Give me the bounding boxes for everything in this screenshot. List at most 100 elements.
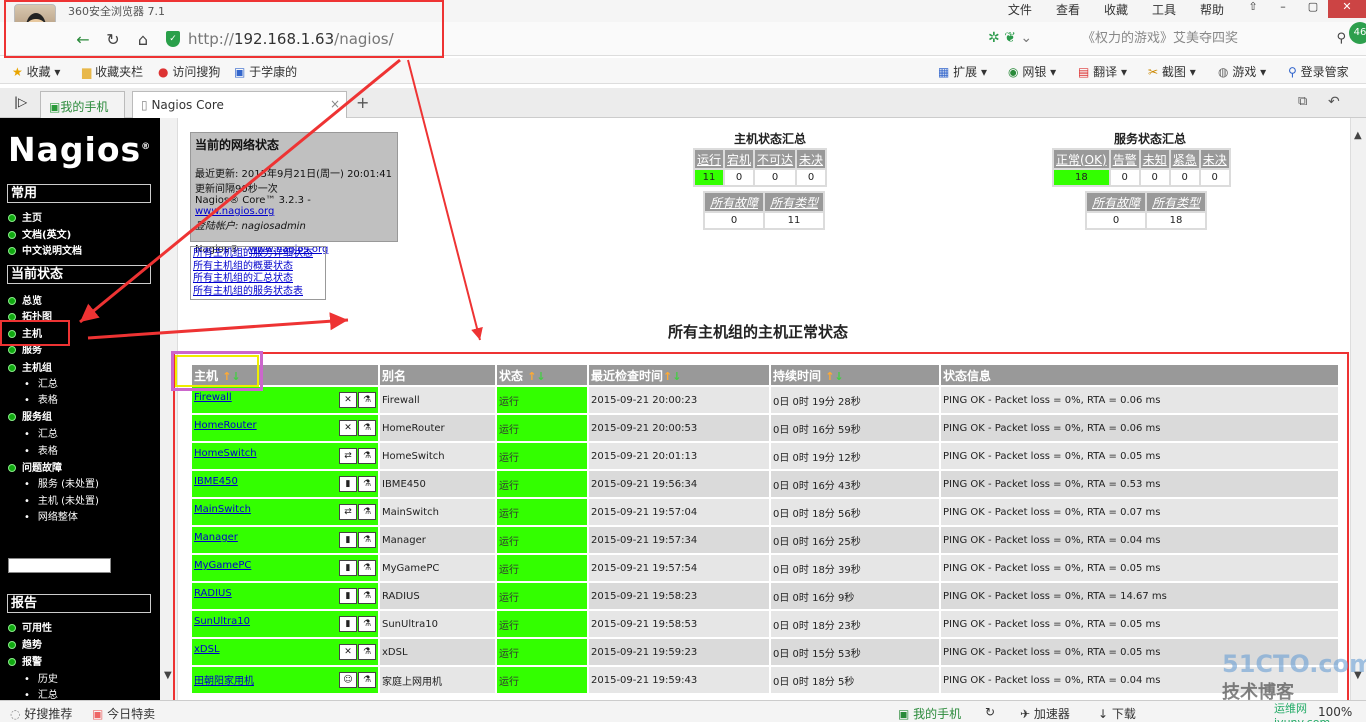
- service-all-problems-header[interactable]: 所有故障: [1087, 193, 1145, 211]
- host-pending-count[interactable]: 0: [797, 170, 826, 185]
- service-ok-header[interactable]: 正常(OK): [1054, 150, 1109, 168]
- host-all-types-header[interactable]: 所有类型: [765, 193, 823, 211]
- fav-star[interactable]: ★ 收藏 ▾: [12, 63, 60, 80]
- nav-problem-services[interactable]: 服务 (未处置): [24, 475, 99, 490]
- menu-view[interactable]: 查看: [1044, 1, 1092, 18]
- nav-alert-history[interactable]: 历史: [24, 670, 58, 685]
- nav-alerts[interactable]: 报警: [8, 653, 42, 668]
- update-interval: 更新间隔90秒一次: [195, 184, 278, 195]
- host-all-problems-header[interactable]: 所有故障: [705, 193, 763, 211]
- tab-restore-icon[interactable]: ⧉: [1298, 94, 1307, 109]
- status-recommend[interactable]: ◌ 好搜推荐: [10, 705, 72, 722]
- nav-home[interactable]: 主页: [8, 209, 42, 224]
- tab-nagios[interactable]: ▯ Nagios Core ×: [132, 91, 347, 118]
- link-service-detail[interactable]: 所有主机组的服务详细状态: [193, 248, 323, 261]
- link-summary[interactable]: 所有主机组的汇总状态: [193, 273, 323, 286]
- quick-search-input[interactable]: [8, 558, 111, 573]
- host-all-types-count[interactable]: 11: [765, 213, 823, 228]
- service-ok-count[interactable]: 18: [1054, 170, 1109, 185]
- status-accelerator[interactable]: ✈ 加速器: [1020, 705, 1070, 722]
- service-all-types-count[interactable]: 18: [1147, 213, 1205, 228]
- service-all-types-header[interactable]: 所有类型: [1147, 193, 1205, 211]
- ext-translate[interactable]: ▤ 翻译 ▾: [1078, 63, 1127, 80]
- nav-docs-cn[interactable]: 中文说明文档: [8, 242, 82, 257]
- dropdown-chevron-icon[interactable]: ⌄: [1020, 30, 1032, 46]
- host-unreachable-header[interactable]: 不可达: [755, 150, 796, 168]
- status-deals[interactable]: ▣ 今日特卖: [92, 705, 155, 722]
- undo-icon[interactable]: ↶: [1328, 94, 1340, 110]
- status-download[interactable]: ↓ 下载: [1098, 705, 1136, 722]
- status-refresh[interactable]: ↻: [985, 705, 995, 719]
- host-unreachable-count[interactable]: 0: [755, 170, 796, 185]
- sidebar-toggle-icon[interactable]: |▷: [14, 95, 27, 109]
- status-phone[interactable]: ▣ 我的手机: [898, 705, 961, 722]
- ext-login[interactable]: ⚲ 登录管家: [1288, 63, 1349, 80]
- search-icon[interactable]: ⚲: [1336, 28, 1346, 50]
- nav-availability[interactable]: 可用性: [8, 619, 52, 634]
- link-service-grid[interactable]: 所有主机组的服务状态表: [193, 286, 323, 299]
- status-bar: ◌ 好搜推荐 ▣ 今日特卖 ▣ 我的手机 ↻ ✈ 加速器 ↓ 下载 100%: [0, 700, 1366, 722]
- nav-servicegroups[interactable]: 服务组: [8, 408, 52, 423]
- notification-badge[interactable]: 46: [1349, 22, 1366, 44]
- refresh-green-icon[interactable]: ✲: [988, 30, 1000, 46]
- new-tab-icon[interactable]: +: [356, 93, 369, 112]
- nav-hostgroup-summary[interactable]: 汇总: [24, 375, 58, 390]
- fav-blog[interactable]: ▣ 于学康的: [234, 63, 297, 80]
- host-pending-header[interactable]: 未决: [797, 150, 826, 168]
- nav-trends[interactable]: 趋势: [8, 636, 42, 651]
- ext-expand[interactable]: ▦ 扩展 ▾: [938, 63, 987, 80]
- service-unknown-count[interactable]: 0: [1140, 170, 1169, 185]
- host-up-header[interactable]: 运行: [695, 150, 724, 168]
- nav-overview[interactable]: 总览: [8, 292, 42, 307]
- close-icon[interactable]: ✕: [1328, 0, 1366, 18]
- pin-icon[interactable]: ⇧: [1238, 0, 1268, 18]
- service-warning-header[interactable]: 告警: [1110, 150, 1139, 168]
- tab-close-icon[interactable]: ×: [330, 97, 340, 111]
- tab-my-phone[interactable]: ▣我的手机: [40, 91, 125, 118]
- nagios-logo[interactable]: Nagios®: [8, 130, 151, 169]
- scroll-down-icon[interactable]: ▼: [164, 670, 172, 681]
- search-input[interactable]: 《权力的游戏》艾美夺四奖 ⚲: [1060, 28, 1350, 50]
- leaf-icon[interactable]: ❦: [1004, 30, 1016, 46]
- service-critical-header[interactable]: 紧急: [1170, 150, 1199, 168]
- fav-sogou[interactable]: ● 访问搜狗: [158, 63, 220, 80]
- service-unknown-header[interactable]: 未知: [1140, 150, 1169, 168]
- service-warning-count[interactable]: 0: [1110, 170, 1139, 185]
- page-scrollbar[interactable]: ▲ ▼: [1350, 118, 1366, 700]
- nav-hostgroup-grid[interactable]: 表格: [24, 391, 58, 406]
- nav-problem-hosts[interactable]: 主机 (未处置): [24, 492, 99, 507]
- scroll-up-icon[interactable]: ▲: [1354, 130, 1362, 141]
- host-down-header[interactable]: 宕机: [725, 150, 754, 168]
- host-down-count[interactable]: 0: [725, 170, 754, 185]
- menu-help[interactable]: 帮助: [1188, 1, 1236, 18]
- host-all-problems-count[interactable]: 0: [705, 213, 763, 228]
- nav-alert-summary[interactable]: 汇总: [24, 686, 58, 700]
- nav-servicegroup-grid[interactable]: 表格: [24, 442, 58, 457]
- phone-icon: ▣: [49, 100, 61, 114]
- menu-favorites[interactable]: 收藏: [1092, 1, 1140, 18]
- link-overview[interactable]: 所有主机组的概要状态: [193, 261, 323, 274]
- nav-docs-en[interactable]: 文档(英文): [8, 226, 71, 241]
- fav-folder[interactable]: ▆ 收藏夹栏: [82, 63, 143, 80]
- service-all-problems-count[interactable]: 0: [1087, 213, 1145, 228]
- service-pending-header[interactable]: 未决: [1200, 150, 1229, 168]
- service-pending-count[interactable]: 0: [1200, 170, 1229, 185]
- menu-file[interactable]: 文件: [996, 1, 1044, 18]
- section-current: 当前状态: [7, 265, 151, 284]
- bullet-icon: [8, 247, 16, 255]
- circle-icon: ◌: [10, 707, 21, 721]
- ext-bank[interactable]: ◉ 网银 ▾: [1008, 63, 1056, 80]
- nav-network-outages[interactable]: 网络整体: [24, 508, 78, 523]
- nav-servicegroup-summary[interactable]: 汇总: [24, 425, 58, 440]
- host-up-count[interactable]: 11: [695, 170, 724, 185]
- menu-tools[interactable]: 工具: [1140, 1, 1188, 18]
- minimize-icon[interactable]: –: [1268, 0, 1298, 18]
- last-updated: 最近更新: 2015年9月21日(周一) 20:01:41: [195, 169, 392, 180]
- ext-game[interactable]: ◍ 游戏 ▾: [1218, 63, 1266, 80]
- nav-problems[interactable]: 问题故障: [8, 459, 62, 474]
- version-link[interactable]: www.nagios.org: [195, 206, 274, 217]
- nav-hostgroups[interactable]: 主机组: [8, 359, 52, 374]
- maximize-icon[interactable]: ▢: [1298, 0, 1328, 18]
- ext-screenshot[interactable]: ✂ 截图 ▾: [1148, 63, 1196, 80]
- service-critical-count[interactable]: 0: [1170, 170, 1199, 185]
